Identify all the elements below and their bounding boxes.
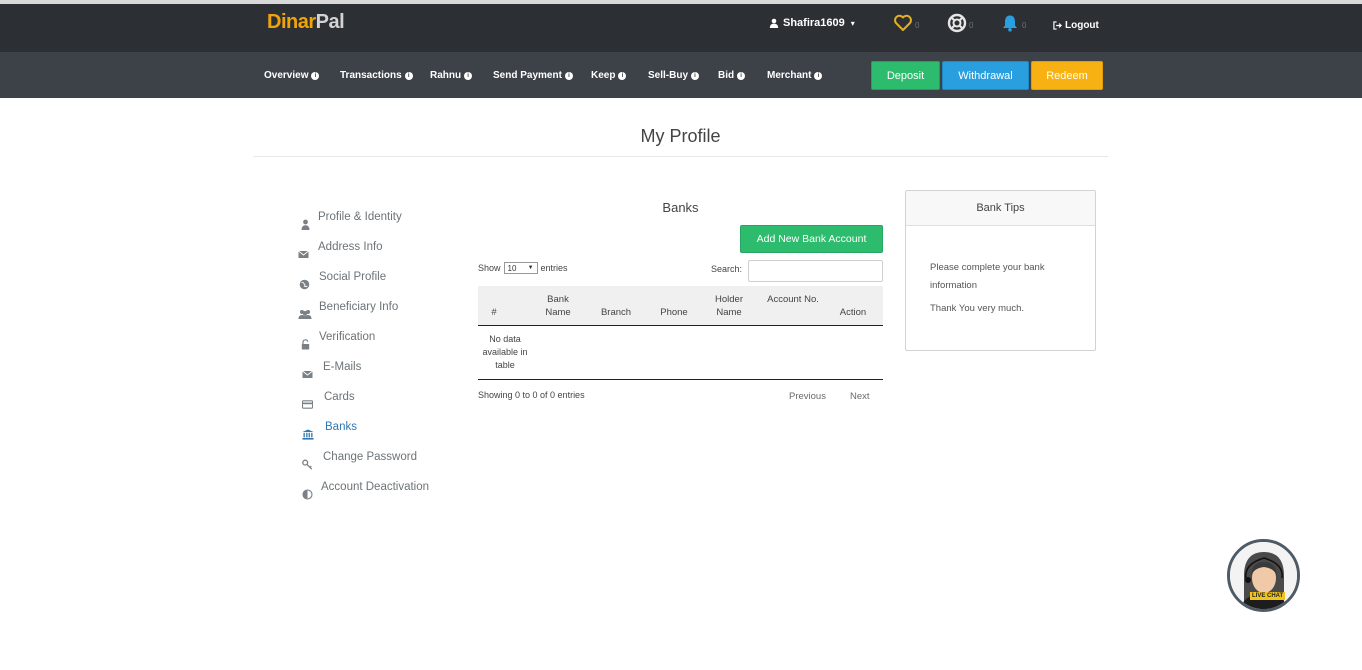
table-header: # Bank Name Branch Phone Holder Name Acc…	[478, 286, 883, 326]
user-menu[interactable]: Shafira1609 ▾	[769, 17, 855, 29]
globe-icon	[299, 279, 310, 290]
envelope-icon	[298, 250, 309, 258]
column-header-number[interactable]: #	[484, 306, 504, 319]
sidebar-item-label: E-Mails	[323, 361, 362, 373]
live-chat-label: LIVE CHAT	[1250, 592, 1286, 600]
sidebar-item-label: Change Password	[323, 451, 417, 463]
info-icon: i	[618, 71, 627, 80]
sidebar-item-label: Social Profile	[319, 271, 387, 283]
nav-item-label: Keep	[591, 70, 616, 81]
credit-card-icon	[302, 400, 313, 409]
nav-item-transactions[interactable]: Transactions i	[340, 70, 413, 81]
user-icon	[769, 18, 779, 28]
page-title: My Profile	[640, 126, 721, 146]
users-icon	[298, 310, 312, 319]
column-header-account-no[interactable]: Account No.	[766, 293, 820, 306]
show-label: Show	[478, 263, 501, 273]
heart-icon	[894, 14, 912, 31]
info-icon: i	[464, 71, 473, 80]
sidebar-item-label: Profile & Identity	[318, 211, 402, 223]
page-size-value: 10	[507, 263, 517, 273]
info-icon: i	[311, 71, 320, 80]
deposit-button[interactable]: Deposit	[871, 61, 940, 90]
column-header-bank-name[interactable]: Bank Name	[536, 293, 580, 319]
column-header-action[interactable]: Action	[828, 306, 878, 319]
favorites-count: 0	[915, 21, 920, 30]
brand-part1: Dinar	[267, 11, 316, 33]
banks-heading: Banks	[662, 200, 699, 215]
lock-icon	[301, 339, 310, 350]
bank-tips-title: Bank Tips	[906, 191, 1095, 226]
notifications-button[interactable]: 0	[1000, 13, 1026, 33]
life-ring-icon	[947, 13, 967, 33]
column-header-holder-name[interactable]: Holder Name	[706, 293, 752, 319]
bank-tips-panel: Bank Tips Please complete your bank info…	[905, 190, 1096, 351]
logout-label: Logout	[1065, 20, 1099, 31]
top-header	[0, 4, 1362, 52]
nav-item-overview[interactable]: Overview i	[264, 70, 320, 81]
live-chat-button[interactable]: LIVE CHAT	[1227, 539, 1300, 612]
add-bank-account-button[interactable]: Add New Bank Account	[740, 225, 883, 253]
key-icon	[302, 459, 313, 470]
nav-item-label: Transactions	[340, 70, 402, 81]
bank-tips-thanks: Thank You very much.	[930, 303, 1024, 314]
search-label: Search:	[711, 264, 743, 274]
half-circle-icon	[302, 489, 313, 500]
nav-item-label: Bid	[718, 70, 735, 81]
nav-item-label: Overview	[264, 70, 309, 81]
redeem-button[interactable]: Redeem	[1031, 61, 1103, 90]
page-size-control: Show 10 ▼ entries	[478, 262, 568, 274]
sidebar-item-label: Cards	[324, 391, 355, 403]
bank-tips-text: Please complete your bank information	[930, 262, 1045, 291]
support-button[interactable]: 0	[947, 13, 973, 33]
empty-table-message: No data available in table	[482, 334, 528, 370]
brand-part2: Pal	[315, 11, 345, 33]
logout-link[interactable]: Logout	[1053, 20, 1099, 31]
brand-logo[interactable]: DinarPal	[267, 11, 345, 34]
previous-page-button[interactable]: Previous	[789, 391, 826, 402]
chevron-down-icon: ▾	[850, 18, 855, 28]
nav-item-label: Rahnu	[430, 70, 462, 81]
sidebar-item-label: Beneficiary Info	[319, 301, 399, 313]
nav-item-merchant[interactable]: Merchant i	[767, 70, 823, 81]
sidebar-item-label: Verification	[319, 331, 376, 343]
envelope-icon	[302, 370, 313, 378]
nav-item-label: Send Payment	[493, 70, 562, 81]
sign-out-icon	[1053, 21, 1062, 30]
entries-label: entries	[540, 263, 568, 273]
info-icon: i	[814, 71, 823, 80]
username: Shafira1609	[783, 17, 845, 29]
column-header-phone[interactable]: Phone	[652, 306, 696, 319]
info-icon: i	[691, 71, 700, 80]
nav-item-rahnu[interactable]: Rahnu i	[430, 70, 473, 81]
support-count: 0	[969, 21, 974, 30]
sidebar-item-label: Account Deactivation	[321, 481, 430, 493]
bell-icon	[1003, 15, 1017, 32]
column-header-branch[interactable]: Branch	[594, 306, 638, 319]
nav-item-label: Sell-Buy	[648, 70, 689, 81]
table-bottom-border	[478, 379, 883, 380]
nav-item-sell-buy[interactable]: Sell-Buy i	[648, 70, 700, 81]
user-icon	[301, 219, 310, 230]
info-icon: i	[404, 71, 413, 80]
info-icon: i	[737, 71, 746, 80]
notifications-count: 0	[1022, 21, 1027, 30]
sidebar-item-label: Banks	[325, 421, 357, 433]
nav-item-label: Merchant	[767, 70, 812, 81]
nav-item-keep[interactable]: Keep i	[591, 70, 627, 81]
page-size-select[interactable]: 10 ▼	[503, 262, 538, 274]
nav-item-send-payment[interactable]: Send Payment i	[493, 70, 573, 81]
divider	[253, 156, 1108, 157]
favorites-button[interactable]: 0	[893, 13, 919, 33]
info-icon: i	[564, 71, 573, 80]
nav-item-bid[interactable]: Bid i	[718, 70, 746, 81]
withdrawal-button[interactable]: Withdrawal	[942, 61, 1029, 90]
bank-icon	[302, 429, 314, 440]
table-info: Showing 0 to 0 of 0 entries	[478, 390, 585, 400]
chevron-down-icon: ▼	[527, 265, 534, 271]
next-page-button[interactable]: Next	[850, 391, 870, 402]
search-input[interactable]	[748, 260, 883, 282]
sidebar-item-label: Address Info	[318, 241, 383, 253]
